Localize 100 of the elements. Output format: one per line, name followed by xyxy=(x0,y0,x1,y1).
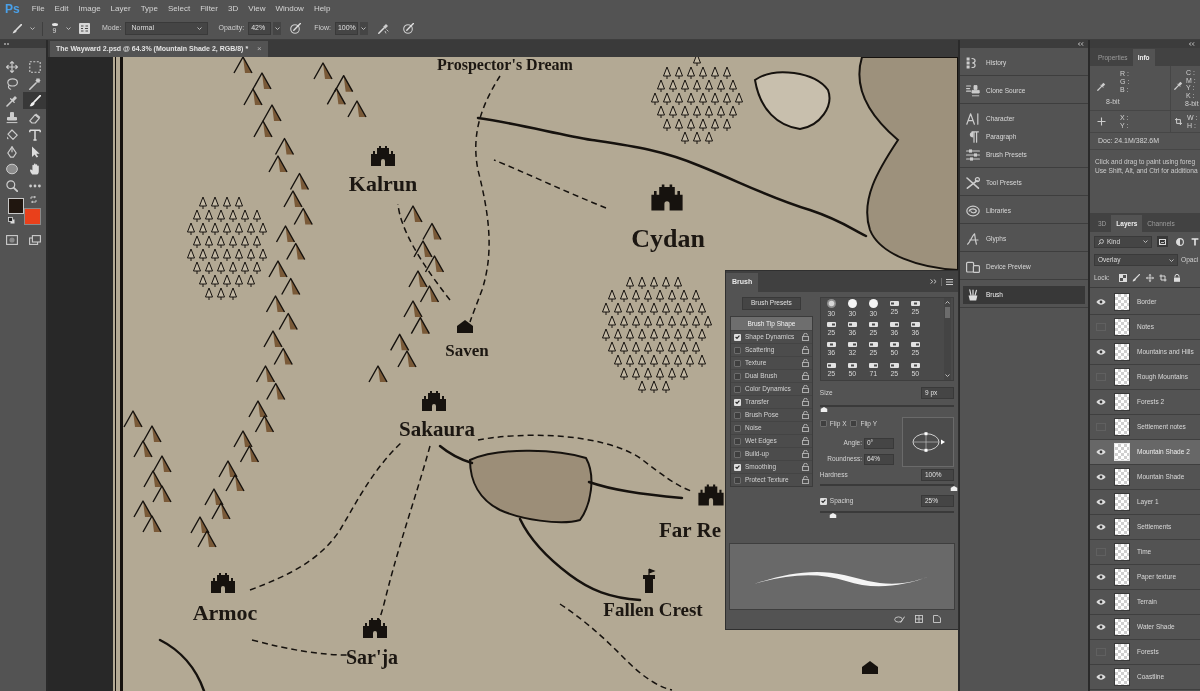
half-circle-icon[interactable] xyxy=(1176,237,1184,246)
bucket-icon xyxy=(5,128,18,141)
tool-button[interactable] xyxy=(23,92,46,109)
collapse-icon[interactable] xyxy=(1077,42,1084,46)
scrollbar[interactable] xyxy=(944,298,951,380)
eyedropper-icon[interactable] xyxy=(1097,82,1106,91)
magnifier-icon xyxy=(5,179,18,192)
panel-toggle-icon[interactable] xyxy=(79,23,90,34)
checkbox[interactable] xyxy=(734,437,741,445)
caret-icon xyxy=(197,27,203,30)
checkbox[interactable] xyxy=(819,497,827,505)
foreground-swatch-icon[interactable] xyxy=(8,198,24,214)
pen-circle-icon[interactable] xyxy=(402,23,414,34)
caret-icon[interactable] xyxy=(30,27,35,30)
layer-thumbnail xyxy=(1114,418,1130,436)
checkbox[interactable] xyxy=(850,420,858,427)
move-icon[interactable] xyxy=(1145,274,1154,282)
checkbox[interactable] xyxy=(734,346,741,354)
bristle-tip-icon xyxy=(889,321,899,327)
pixel-filter-button[interactable] xyxy=(1157,236,1168,247)
menu-item[interactable]: View xyxy=(248,5,266,13)
visibility-toggle[interactable] xyxy=(1096,348,1106,356)
layer-thumbnail xyxy=(1114,643,1130,661)
castle-icon xyxy=(422,391,446,411)
airbrush-icon[interactable] xyxy=(377,23,389,34)
checkbox[interactable] xyxy=(734,372,741,380)
checkbox[interactable] xyxy=(734,359,741,367)
visibility-toggle[interactable] xyxy=(1096,623,1106,631)
bristle-tip-icon xyxy=(889,342,899,348)
checkbox[interactable] xyxy=(734,476,741,484)
menu-item[interactable]: File xyxy=(31,5,45,13)
checkbox[interactable] xyxy=(819,420,827,427)
tool-preset-button[interactable] xyxy=(12,23,22,34)
place-label: Sar'ja xyxy=(345,646,399,668)
layer-thumbnail xyxy=(1114,368,1130,386)
visibility-toggle[interactable] xyxy=(1096,498,1106,506)
eyedropper-icon[interactable] xyxy=(1174,81,1183,90)
script-letter-icon xyxy=(966,233,980,245)
visibility-toggle[interactable] xyxy=(1096,598,1106,606)
eye-slash-icon[interactable] xyxy=(894,615,905,623)
search-icon xyxy=(1098,238,1104,245)
house-icon xyxy=(862,661,878,674)
brush-icon[interactable] xyxy=(1131,274,1140,282)
grid-icon[interactable] xyxy=(915,615,923,623)
scrollbar-thumb[interactable] xyxy=(945,307,950,318)
lock-icon[interactable] xyxy=(1172,274,1181,282)
menu-item[interactable]: Window xyxy=(275,5,304,13)
size-slider[interactable] xyxy=(819,405,954,413)
bristle-tip-icon xyxy=(910,301,920,307)
default-colors-icon[interactable] xyxy=(8,217,15,224)
pen-circle-icon[interactable] xyxy=(290,23,302,34)
crossed-tools-icon xyxy=(966,177,980,189)
tip-shape-preview[interactable] xyxy=(902,417,954,467)
close-button[interactable]: × xyxy=(257,45,262,53)
spacing-slider[interactable] xyxy=(819,511,954,519)
crop-icon[interactable] xyxy=(1158,274,1167,282)
slider-thumb[interactable] xyxy=(950,486,958,491)
bristle-tip-icon xyxy=(847,321,857,327)
collapse-icon[interactable] xyxy=(1188,42,1195,46)
magic-wand-icon xyxy=(28,77,41,90)
visibility-toggle[interactable] xyxy=(1096,523,1106,531)
menu-item[interactable]: Select xyxy=(167,5,191,13)
lock-icon xyxy=(801,346,809,354)
menu-item[interactable]: 3D xyxy=(228,5,239,13)
castle-icon xyxy=(363,618,387,638)
caret-icon[interactable] xyxy=(945,374,950,377)
opacity-dropdown-button[interactable] xyxy=(273,22,282,35)
move-icon xyxy=(5,60,18,73)
menu-item[interactable]: Help xyxy=(313,5,331,13)
caret-icon[interactable] xyxy=(66,27,71,30)
visibility-toggle[interactable] xyxy=(1096,298,1106,306)
bristle-tip-icon xyxy=(910,342,920,348)
checkerboard-icon[interactable] xyxy=(1118,274,1127,282)
checkbox[interactable] xyxy=(734,398,741,406)
checkbox[interactable] xyxy=(734,333,741,341)
visibility-toggle[interactable] xyxy=(1096,573,1106,581)
flow-dropdown-button[interactable] xyxy=(359,22,368,35)
double-chevron-icon[interactable] xyxy=(930,279,937,284)
checkbox[interactable] xyxy=(734,385,741,393)
menu-item[interactable]: Type xyxy=(140,5,158,13)
visibility-toggle[interactable] xyxy=(1096,398,1106,406)
checkbox[interactable] xyxy=(734,411,741,419)
background-swatch-icon[interactable] xyxy=(24,208,41,225)
checkbox[interactable] xyxy=(734,450,741,458)
menu-icon[interactable] xyxy=(946,278,953,285)
visibility-toggle[interactable] xyxy=(1096,673,1106,681)
visibility-toggle[interactable] xyxy=(1096,448,1106,456)
menu-item[interactable]: Image xyxy=(78,5,101,13)
menu-item[interactable]: Filter xyxy=(200,5,218,13)
type-icon[interactable] xyxy=(1191,237,1199,246)
checkbox[interactable] xyxy=(734,424,741,432)
visibility-toggle[interactable] xyxy=(1096,473,1106,481)
checkbox[interactable] xyxy=(734,463,741,471)
menu-item[interactable]: Edit xyxy=(54,5,69,13)
menu-item[interactable]: Layer xyxy=(110,5,131,13)
brush-icon xyxy=(28,94,41,107)
new-page-icon[interactable] xyxy=(933,615,941,623)
swap-icon[interactable] xyxy=(30,196,37,203)
caret-icon[interactable] xyxy=(945,301,950,304)
eye-icon xyxy=(1096,599,1106,605)
